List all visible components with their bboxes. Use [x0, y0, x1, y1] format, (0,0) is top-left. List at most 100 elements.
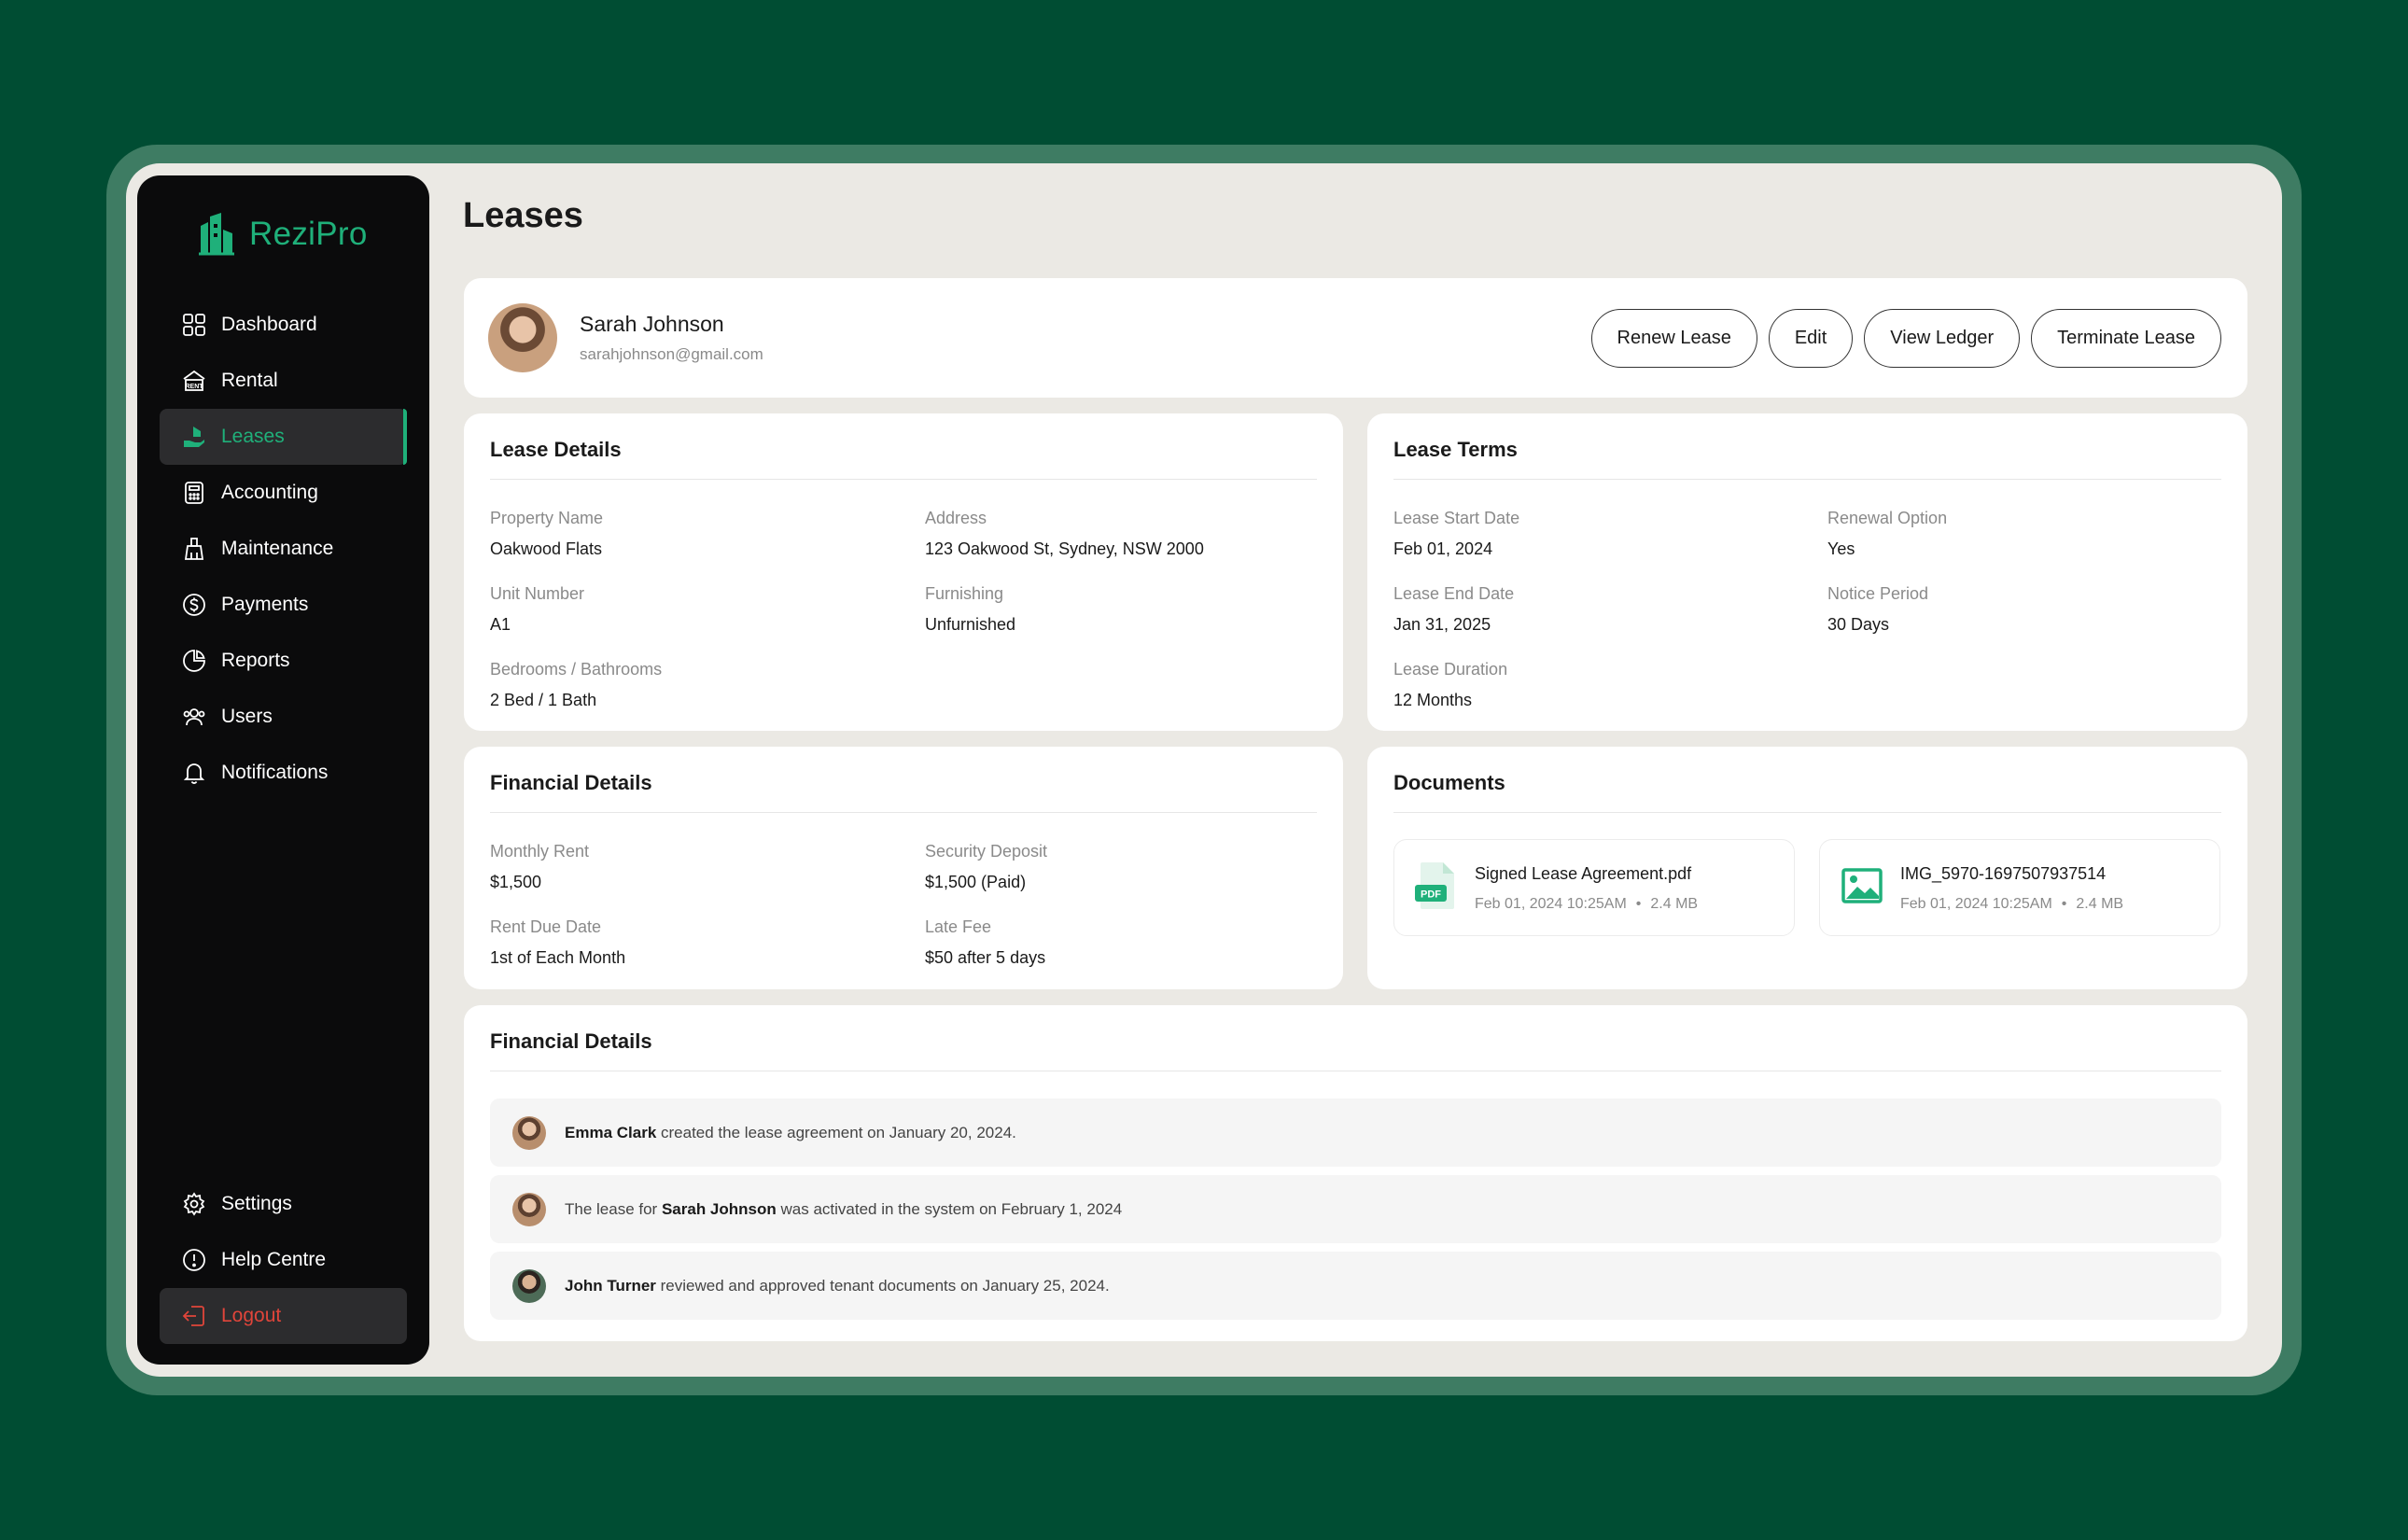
- sidebar-item-label: Maintenance: [221, 538, 334, 559]
- field-label: Rent Due Date: [490, 917, 602, 936]
- activity-text: The lease for Sarah Johnson was activate…: [565, 1199, 1123, 1218]
- field-label: Address: [925, 509, 987, 527]
- sidebar-nav: Dashboard RENT Rental Leases Accounting …: [160, 297, 407, 801]
- avatar: [512, 1115, 546, 1150]
- card-title: Lease Terms: [1393, 438, 1518, 461]
- sidebar-item-help-centre[interactable]: Help Centre: [160, 1232, 407, 1288]
- info-circle-icon: [182, 1248, 206, 1272]
- lease-terms-card: Lease Terms Lease Start Date Feb 01, 202…: [1367, 413, 2247, 731]
- activity-text: John Turner reviewed and approved tenant…: [565, 1276, 1110, 1295]
- field-label: Lease Duration: [1393, 660, 1508, 679]
- document-date: Feb 01, 2024 10:25AM: [1475, 896, 1627, 912]
- sidebar-item-label: Rental: [221, 370, 278, 391]
- renewal-option-field: Renewal Option Yes: [1827, 509, 1947, 559]
- lease-start-date-field: Lease Start Date Feb 01, 2024: [1393, 509, 1519, 559]
- sidebar-item-dashboard[interactable]: Dashboard: [160, 297, 407, 353]
- lease-details-card: Lease Details Property Name Oakwood Flat…: [464, 413, 1343, 731]
- activity-row: John Turner reviewed and approved tenant…: [490, 1252, 2221, 1320]
- sidebar: ReziPro Dashboard RENT Rental Leases Acc…: [137, 175, 429, 1365]
- sidebar-item-label: Reports: [221, 650, 290, 671]
- activity-row: Emma Clark created the lease agreement o…: [490, 1099, 2221, 1167]
- field-value: 2 Bed / 1 Bath: [490, 691, 597, 709]
- renew-lease-button[interactable]: Renew Lease: [1590, 309, 1757, 368]
- calculator-icon: [182, 481, 206, 505]
- field-value: $1,500: [490, 873, 542, 891]
- document-item[interactable]: PDF Signed Lease Agreement.pdf Feb 01, 2…: [1393, 839, 1795, 936]
- users-icon: [182, 705, 206, 729]
- sidebar-item-accounting[interactable]: Accounting: [160, 465, 407, 521]
- field-value: A1: [490, 615, 511, 634]
- view-ledger-button[interactable]: View Ledger: [1864, 309, 2021, 368]
- field-value: Yes: [1827, 539, 1855, 558]
- app-name: ReziPro: [249, 216, 368, 252]
- document-item[interactable]: IMG_5970-1697507937514 Feb 01, 2024 10:2…: [1819, 839, 2220, 936]
- edit-button[interactable]: Edit: [1768, 309, 1854, 368]
- logo[interactable]: ReziPro: [197, 213, 368, 256]
- field-label: Security Deposit: [925, 842, 1048, 861]
- pdf-file-icon: PDF: [1415, 862, 1454, 909]
- document-name: IMG_5970-1697507937514: [1900, 864, 2107, 883]
- avatar: [512, 1192, 546, 1226]
- activity-row: The lease for Sarah Johnson was activate…: [490, 1175, 2221, 1243]
- logout-icon: [182, 1304, 206, 1328]
- sidebar-item-reports[interactable]: Reports: [160, 633, 407, 689]
- field-value: Jan 31, 2025: [1393, 615, 1491, 634]
- card-title: Financial Details: [490, 771, 652, 794]
- activity-text: Emma Clark created the lease agreement o…: [565, 1123, 1016, 1141]
- sidebar-item-users[interactable]: Users: [160, 689, 407, 745]
- tenant-email: sarahjohnson@gmail.com: [580, 345, 763, 363]
- field-value: $1,500 (Paid): [925, 873, 1027, 891]
- sidebar-item-label: Settings: [221, 1193, 292, 1214]
- terminate-lease-button[interactable]: Terminate Lease: [2031, 309, 2221, 368]
- dollar-circle-icon: [182, 593, 206, 617]
- sidebar-item-label: Help Centre: [221, 1249, 327, 1270]
- divider: [490, 479, 1317, 480]
- field-label: Unit Number: [490, 584, 585, 603]
- document-meta: Feb 01, 2024 10:25AM • 2.4 MB: [1475, 896, 1699, 912]
- monthly-rent-field: Monthly Rent $1,500: [490, 842, 589, 892]
- divider: [1393, 812, 2221, 813]
- bell-icon: [182, 761, 206, 785]
- rent-due-date-field: Rent Due Date 1st of Each Month: [490, 917, 625, 968]
- sidebar-item-rental[interactable]: RENT Rental: [160, 353, 407, 409]
- sidebar-item-maintenance[interactable]: Maintenance: [160, 521, 407, 577]
- field-label: Bedrooms / Bathrooms: [490, 660, 663, 679]
- document-meta: Feb 01, 2024 10:25AM • 2.4 MB: [1900, 896, 2124, 912]
- sidebar-item-label: Accounting: [221, 482, 318, 503]
- field-label: Late Fee: [925, 917, 992, 936]
- lease-duration-field: Lease Duration 12 Months: [1393, 660, 1507, 710]
- field-label: Notice Period: [1827, 584, 1929, 603]
- rent-house-icon: RENT: [182, 369, 206, 393]
- financial-details-card: Financial Details Monthly Rent $1,500 Se…: [464, 747, 1343, 989]
- sidebar-item-label: Users: [221, 706, 273, 727]
- property-name-field: Property Name Oakwood Flats: [490, 509, 603, 559]
- svg-text:PDF: PDF: [1421, 889, 1441, 901]
- sidebar-item-label: Dashboard: [221, 314, 317, 335]
- image-file-icon: [1841, 868, 1883, 903]
- tenant-actions: Renew Lease Edit View Ledger Terminate L…: [1590, 309, 2221, 368]
- sidebar-item-settings[interactable]: Settings: [160, 1176, 407, 1232]
- field-label: Renewal Option: [1827, 509, 1948, 527]
- gear-icon: [182, 1192, 206, 1216]
- document-size: 2.4 MB: [2076, 896, 2124, 912]
- document-name: Signed Lease Agreement.pdf: [1475, 864, 1692, 883]
- broom-icon: [182, 537, 206, 561]
- dashboard-grid-icon: [182, 313, 206, 337]
- late-fee-field: Late Fee $50 after 5 days: [925, 917, 1045, 968]
- page-title: Leases: [463, 196, 583, 235]
- field-value: 12 Months: [1393, 691, 1473, 709]
- field-label: Lease End Date: [1393, 584, 1515, 603]
- avatar: [512, 1268, 546, 1303]
- field-label: Property Name: [490, 509, 604, 527]
- sidebar-item-payments[interactable]: Payments: [160, 577, 407, 633]
- sidebar-item-leases[interactable]: Leases: [160, 409, 407, 465]
- document-date: Feb 01, 2024 10:25AM: [1900, 896, 2052, 912]
- field-label: Furnishing: [925, 584, 1004, 603]
- field-value: 1st of Each Month: [490, 948, 626, 967]
- field-value: $50 after 5 days: [925, 948, 1046, 967]
- sidebar-item-logout[interactable]: Logout: [160, 1288, 407, 1344]
- field-value: 30 Days: [1827, 615, 1890, 634]
- address-field: Address 123 Oakwood St, Sydney, NSW 2000: [925, 509, 1204, 559]
- sidebar-item-notifications[interactable]: Notifications: [160, 745, 407, 801]
- sidebar-item-label: Logout: [221, 1305, 282, 1326]
